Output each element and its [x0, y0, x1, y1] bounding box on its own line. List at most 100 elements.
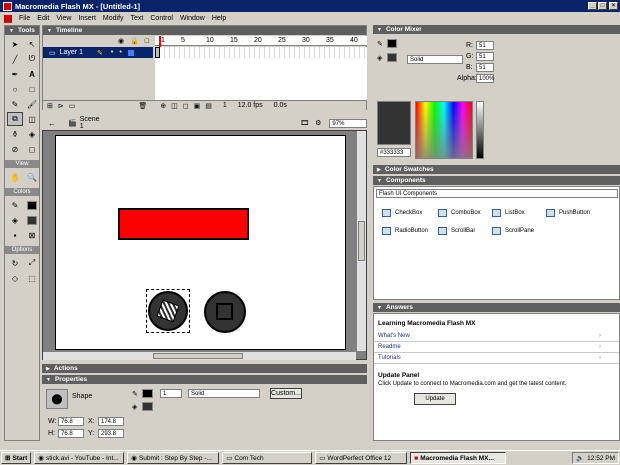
- hex-field[interactable]: #333333: [377, 148, 411, 157]
- stroke-style-select[interactable]: Solid: [188, 389, 260, 398]
- free-transform-tool-icon[interactable]: ⧉: [7, 112, 23, 126]
- eyedropper-tool-icon[interactable]: ⊘: [7, 142, 23, 156]
- color-spectrum-picker[interactable]: [415, 101, 473, 159]
- red-rectangle-shape[interactable]: [118, 208, 249, 240]
- custom-button[interactable]: Custom...: [270, 388, 302, 399]
- menu-view[interactable]: View: [56, 15, 71, 22]
- stroke-color-swatch[interactable]: [24, 198, 40, 212]
- minimize-button[interactable]: _: [588, 2, 597, 10]
- add-guide-icon[interactable]: ⊳: [58, 102, 64, 110]
- task-wordperfect[interactable]: ▭ WordPerfect Office 12: [315, 452, 408, 464]
- back-arrow-icon[interactable]: ←: [48, 119, 56, 128]
- hand-tool-icon[interactable]: ✋: [7, 170, 23, 184]
- mixer-fill-swatch[interactable]: [387, 53, 397, 62]
- component-combobox[interactable]: ComboBox: [438, 209, 481, 217]
- line-tool-icon[interactable]: ╱: [7, 52, 23, 66]
- stroke-color-icon[interactable]: ✎: [7, 198, 23, 212]
- stage-area[interactable]: [42, 130, 367, 360]
- brightness-slider[interactable]: [476, 101, 484, 159]
- outline-icon[interactable]: □: [145, 38, 149, 45]
- component-listbox[interactable]: ListBox: [492, 209, 525, 217]
- task-com-tech[interactable]: ▭ Com Tech: [222, 452, 313, 464]
- layer-row[interactable]: ▭ Layer 1 ✎ • •: [43, 47, 153, 58]
- height-field[interactable]: 76.8: [58, 429, 84, 438]
- answers-header[interactable]: ▼ Answers: [373, 303, 620, 312]
- stroke-width-field[interactable]: 1: [160, 389, 182, 398]
- onion-markers-icon[interactable]: ▤: [205, 102, 212, 110]
- color-mixer-header[interactable]: ▼ Color Mixer: [373, 25, 620, 34]
- horizontal-scroll-thumb[interactable]: [153, 353, 243, 359]
- scale-option-icon[interactable]: ⤢: [24, 256, 40, 270]
- fill-color-swatch[interactable]: [142, 402, 153, 411]
- center-frame-icon[interactable]: ⊕: [160, 102, 166, 110]
- edit-scene-icon[interactable]: 🎞: [300, 119, 309, 127]
- readme-link[interactable]: Readme: [374, 342, 619, 353]
- delete-layer-icon[interactable]: 🗑: [138, 102, 147, 110]
- zoom-tool-icon[interactable]: 🔍: [24, 170, 40, 184]
- zoom-select[interactable]: 97%: [329, 118, 367, 128]
- insert-folder-icon[interactable]: ▭: [69, 102, 76, 110]
- fill-color-swatch[interactable]: [24, 213, 40, 227]
- red-field[interactable]: 51: [476, 41, 494, 50]
- edit-multiple-icon[interactable]: ▣: [194, 102, 201, 110]
- component-scrollpane[interactable]: ScrollPane: [492, 227, 534, 235]
- vertical-scroll-thumb[interactable]: [358, 221, 365, 261]
- menu-text[interactable]: Text: [131, 15, 144, 22]
- oval-tool-icon[interactable]: ○: [7, 82, 23, 96]
- rotate-option-icon[interactable]: ↻: [7, 256, 23, 270]
- x-field[interactable]: 174.8: [98, 417, 124, 426]
- component-set-select[interactable]: Flash UI Components: [376, 189, 618, 198]
- tray-icon[interactable]: 🔈: [576, 454, 584, 462]
- default-colors-icon[interactable]: ▪: [7, 228, 23, 242]
- eye-icon[interactable]: ◉: [118, 37, 124, 45]
- components-header[interactable]: ▼ Components: [373, 176, 620, 185]
- mixer-stroke-swatch[interactable]: [387, 39, 397, 48]
- horizontal-scrollbar[interactable]: [43, 351, 356, 360]
- start-button[interactable]: ⊞ Start: [1, 452, 32, 464]
- insert-layer-icon[interactable]: ⊞: [47, 102, 53, 110]
- task-youtube[interactable]: ◉ stick.avi - YouTube - Int...: [34, 452, 125, 464]
- lock-icon[interactable]: 🔒: [130, 37, 139, 45]
- actions-header[interactable]: ▶ Actions: [42, 364, 367, 373]
- inner-square-outline[interactable]: [216, 303, 233, 320]
- distort-option-icon[interactable]: ◇: [7, 271, 23, 285]
- menu-file[interactable]: File: [19, 15, 30, 22]
- task-flash[interactable]: ■ Macromedia Flash MX...: [410, 452, 507, 464]
- color-swatches-header[interactable]: ▶ Color Swatches: [373, 165, 620, 174]
- brush-tool-icon[interactable]: 🖌: [24, 97, 40, 111]
- text-tool-icon[interactable]: A: [24, 67, 40, 81]
- ink-bottle-tool-icon[interactable]: ⚱: [7, 127, 23, 141]
- keyframe[interactable]: [155, 47, 160, 58]
- width-field[interactable]: 76.8: [58, 417, 84, 426]
- stage-canvas[interactable]: [55, 135, 346, 350]
- properties-header[interactable]: ▼ Properties: [42, 375, 367, 384]
- task-submit[interactable]: ◉ Submit : Step By Step -...: [127, 452, 220, 464]
- no-color-icon[interactable]: ⊠: [24, 228, 40, 242]
- menu-control[interactable]: Control: [150, 15, 173, 22]
- whats-new-link[interactable]: What's New: [374, 331, 619, 342]
- paint-bucket-tool-icon[interactable]: ◈: [24, 127, 40, 141]
- component-scrollbar[interactable]: ScrollBar: [438, 227, 475, 235]
- layer-visible-dot[interactable]: •: [111, 49, 113, 56]
- maximize-button[interactable]: □: [598, 2, 607, 10]
- arrow-tool-icon[interactable]: ➤: [7, 37, 23, 51]
- vertical-scrollbar[interactable]: [356, 131, 366, 351]
- tools-header[interactable]: ▼ Tools: [5, 26, 39, 35]
- blue-field[interactable]: 51: [476, 63, 494, 72]
- envelope-option-icon[interactable]: ⬚: [24, 271, 40, 285]
- menu-modify[interactable]: Modify: [103, 15, 124, 22]
- layer-outline-box[interactable]: [127, 49, 134, 56]
- pencil-tool-icon[interactable]: ✎: [7, 97, 23, 111]
- component-checkbox[interactable]: CheckBox: [382, 209, 422, 217]
- menu-help[interactable]: Help: [212, 15, 226, 22]
- layer-lock-dot[interactable]: •: [119, 49, 121, 56]
- subselect-tool-icon[interactable]: ↖: [24, 37, 40, 51]
- menu-edit[interactable]: Edit: [37, 15, 49, 22]
- rectangle-tool-icon[interactable]: □: [24, 82, 40, 96]
- onion-skin-icon[interactable]: ◫: [171, 102, 178, 110]
- timeline-header[interactable]: ▼ Timeline: [43, 26, 366, 35]
- eraser-tool-icon[interactable]: ◻: [24, 142, 40, 156]
- fill-color-icon[interactable]: ◈: [7, 213, 23, 227]
- edit-symbol-icon[interactable]: ⚙: [315, 119, 321, 127]
- component-pushbutton[interactable]: PushButton: [546, 209, 590, 217]
